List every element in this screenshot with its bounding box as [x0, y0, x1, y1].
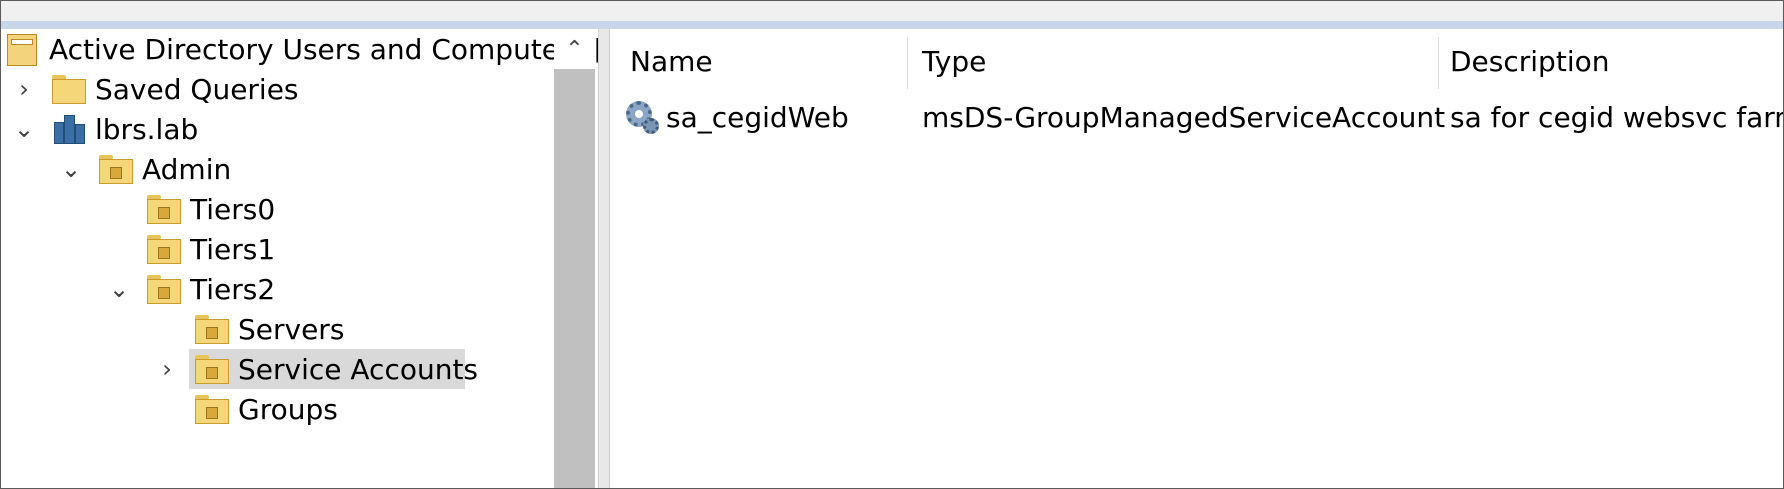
tree-node-label: Active Directory Users and Computers [l [49, 32, 613, 66]
collapse-chevron-down-icon[interactable]: ⌄ [9, 109, 39, 149]
ou-folder-icon [194, 352, 230, 386]
expand-chevron-right-icon[interactable]: › [9, 69, 39, 109]
column-header-label: Description [1450, 44, 1610, 78]
tree-node-service-accounts[interactable]: Service Accounts [189, 349, 478, 389]
folder-icon [51, 72, 87, 106]
column-divider[interactable] [1438, 37, 1439, 89]
expand-chevron-right-icon[interactable]: › [152, 349, 182, 389]
domain-icon [51, 112, 87, 146]
row-name: sa_cegidWeb [666, 100, 849, 134]
column-header-type[interactable]: Type [922, 29, 1422, 93]
tree-node-label: Admin [142, 152, 232, 186]
table-row-type-cell: msDS-GroupManagedServiceAccount [922, 95, 1445, 139]
console-tree: Active Directory Users and Computers [l … [1, 29, 613, 488]
tree-node-admin[interactable]: Admin [98, 149, 231, 189]
ou-folder-icon [194, 312, 230, 346]
tree-node-groups[interactable]: Groups [194, 389, 338, 429]
tree-node-label: Tiers0 [190, 192, 276, 226]
tree-node-saved-queries[interactable]: Saved Queries [51, 69, 299, 109]
console-root-icon [5, 32, 41, 66]
results-list: Name Type Description sa_cegidWeb msDS-G… [610, 29, 1783, 488]
ou-folder-icon [146, 192, 182, 226]
tree-node-label: Tiers1 [190, 232, 276, 266]
collapse-chevron-down-icon[interactable]: ⌄ [104, 269, 134, 309]
table-row-description-cell: sa for cegid websvc farm [1450, 95, 1783, 139]
tree-node-domain[interactable]: lbrs.lab [51, 109, 198, 149]
ou-folder-icon [98, 152, 134, 186]
ou-folder-icon [194, 392, 230, 426]
toolbar-strip [1, 1, 1783, 21]
pane-splitter[interactable] [598, 29, 610, 488]
tree-node-label: Service Accounts [238, 352, 479, 386]
tree-node-label: Tiers2 [190, 272, 276, 306]
row-description: sa for cegid websvc farm [1450, 100, 1784, 134]
column-header-label: Type [922, 44, 987, 78]
column-divider[interactable] [907, 37, 908, 89]
tree-node-label: Saved Queries [95, 72, 299, 106]
table-row-name-cell[interactable]: sa_cegidWeb [624, 95, 914, 139]
column-header-name[interactable]: Name [630, 29, 870, 93]
toolbar-divider [1, 21, 1783, 29]
tree-node-label: Servers [238, 312, 345, 346]
ou-folder-icon [146, 272, 182, 306]
scroll-up-arrow-icon[interactable]: ⌃ [554, 29, 595, 69]
column-header-description[interactable]: Description [1450, 29, 1780, 93]
tree-node-root[interactable]: Active Directory Users and Computers [l [5, 29, 613, 69]
tree-node-label: lbrs.lab [95, 112, 199, 146]
row-type: msDS-GroupManagedServiceAccount [922, 100, 1446, 134]
collapse-chevron-down-icon[interactable]: ⌄ [56, 149, 86, 189]
column-header-label: Name [630, 44, 713, 78]
ou-folder-icon [146, 232, 182, 266]
tree-vertical-scrollbar[interactable]: ⌃ [554, 29, 595, 488]
tree-node-servers[interactable]: Servers [194, 309, 344, 349]
tree-node-tiers0[interactable]: Tiers0 [146, 189, 275, 229]
mmc-window: Active Directory Users and Computers [l … [0, 0, 1784, 489]
tree-node-label: Groups [238, 392, 338, 426]
tree-node-tiers1[interactable]: Tiers1 [146, 229, 275, 269]
gmsa-gear-icon [624, 99, 660, 135]
tree-node-tiers2[interactable]: Tiers2 [146, 269, 275, 309]
